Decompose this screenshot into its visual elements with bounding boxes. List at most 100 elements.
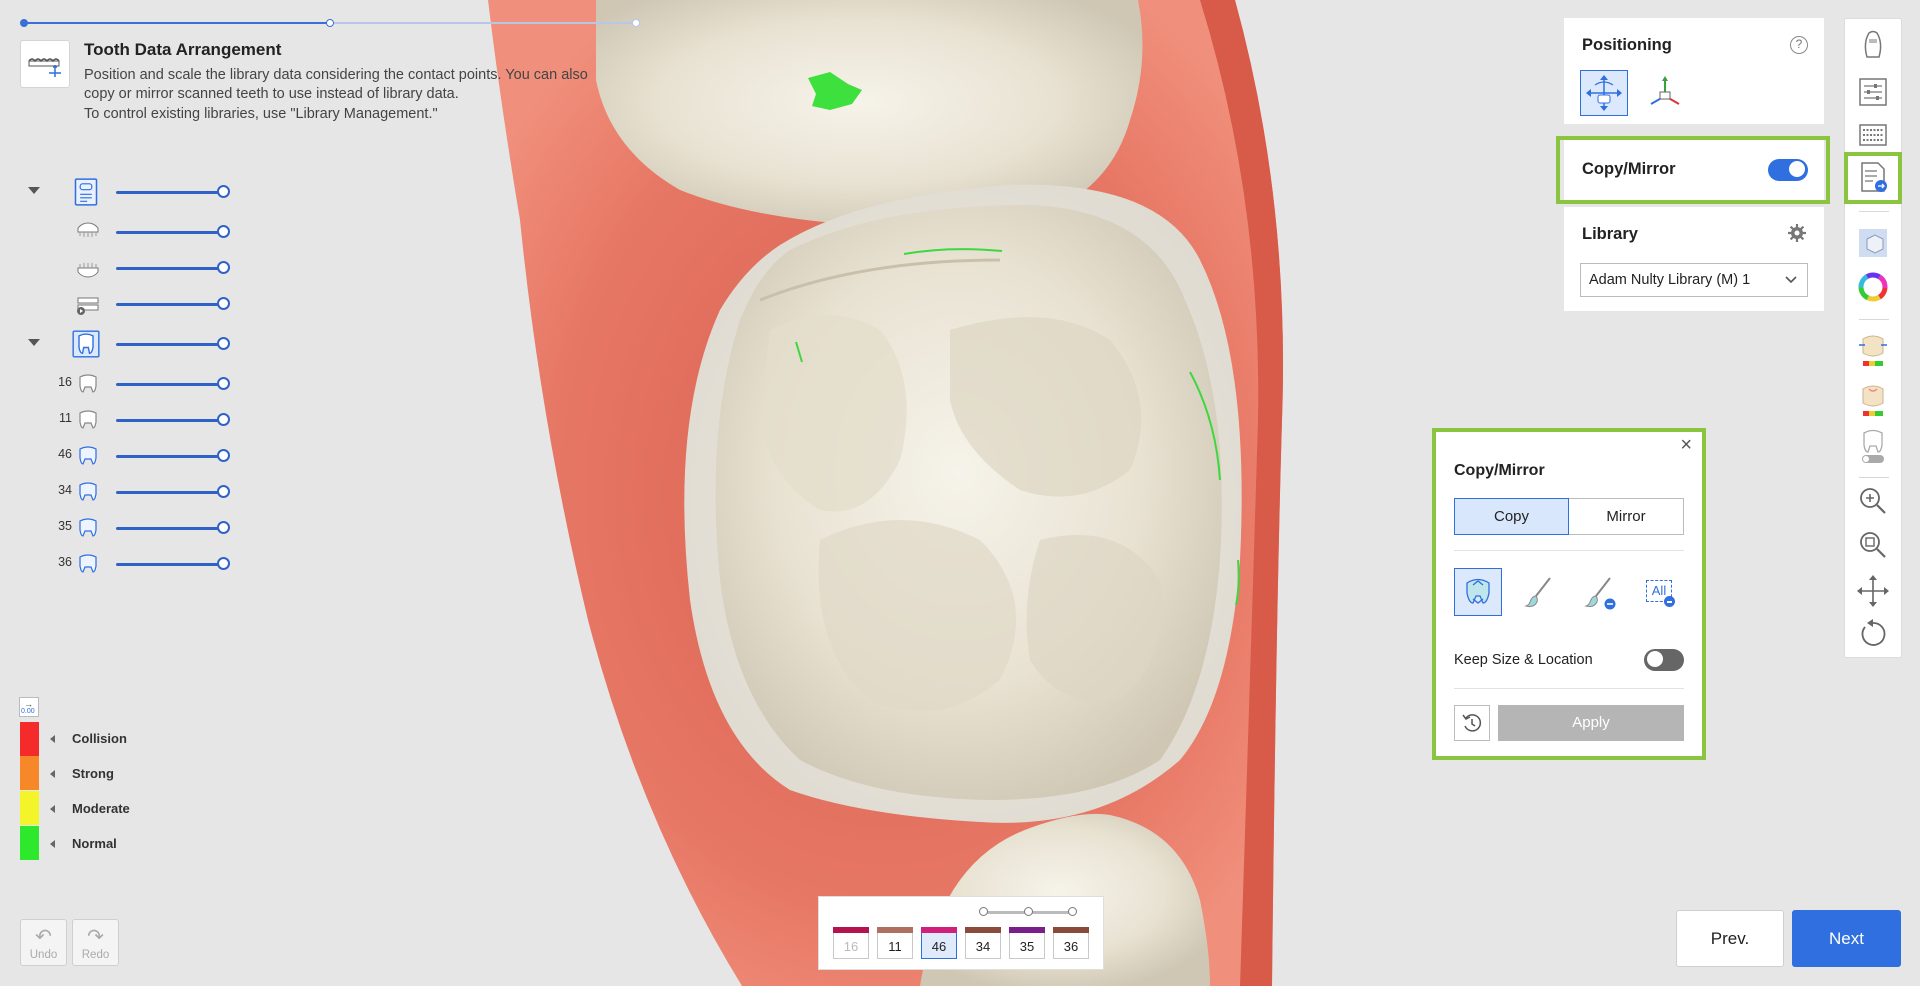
- upper-jaw-icon[interactable]: [76, 220, 100, 244]
- lower-contact-map-icon[interactable]: [1855, 379, 1891, 423]
- opacity-slider-knob[interactable]: [217, 337, 230, 350]
- tooth-arrangement-step-icon: [20, 40, 70, 88]
- tooth-icon[interactable]: [76, 372, 100, 396]
- free-positioning-button[interactable]: [1580, 70, 1628, 116]
- tooth-icon[interactable]: [76, 552, 100, 576]
- library-dropdown[interactable]: Adam Nulty Library (M) 1: [1580, 263, 1808, 297]
- tooth-chip-35[interactable]: 35: [1009, 927, 1045, 959]
- keyboard-icon[interactable]: [1855, 117, 1891, 153]
- pan-icon[interactable]: [1855, 573, 1891, 609]
- undo-button[interactable]: ↶ Undo: [20, 919, 67, 966]
- opacity-slider-track[interactable]: [116, 491, 224, 494]
- tooth-chip-34[interactable]: 34: [965, 927, 1001, 959]
- copy-segment-button[interactable]: Copy: [1454, 498, 1569, 535]
- tooth-chip-36[interactable]: 36: [1053, 927, 1089, 959]
- sliders-settings-icon[interactable]: [1855, 74, 1891, 110]
- document-copy-icon[interactable]: [1855, 159, 1891, 195]
- opacity-slider-track[interactable]: [116, 343, 224, 346]
- gear-icon[interactable]: [1788, 224, 1806, 242]
- undo-label: Undo: [29, 949, 58, 961]
- tree-group-scan-data[interactable]: [24, 177, 244, 207]
- erase-brush-tool[interactable]: [1576, 568, 1624, 616]
- chevron-down-icon: [1785, 276, 1797, 284]
- tree-item-tooth-36[interactable]: 36: [24, 552, 244, 576]
- occlusion-scan-icon[interactable]: [76, 292, 100, 316]
- tooth-icon[interactable]: [76, 444, 100, 468]
- library-tooth-icon[interactable]: [72, 329, 100, 359]
- legend-value-button[interactable]: → 0.00: [19, 697, 39, 717]
- tree-item-tooth-35[interactable]: 35: [24, 516, 244, 540]
- mirror-segment-button[interactable]: Mirror: [1569, 498, 1684, 535]
- caret-left-icon[interactable]: [50, 735, 55, 743]
- axis-positioning-button[interactable]: [1642, 70, 1688, 116]
- prev-button[interactable]: Prev.: [1676, 910, 1784, 967]
- brush-tool[interactable]: [1516, 568, 1564, 616]
- opacity-slider-knob[interactable]: [217, 521, 230, 534]
- tooth-bar-slider-knob[interactable]: [1024, 907, 1033, 916]
- cube-view-icon[interactable]: [1855, 225, 1891, 261]
- reset-history-button[interactable]: [1454, 705, 1490, 741]
- opacity-slider-knob[interactable]: [217, 413, 230, 426]
- zoom-in-icon[interactable]: [1855, 483, 1891, 519]
- tree-item-tooth-46[interactable]: 46: [24, 444, 244, 468]
- tree-item-tooth-34[interactable]: 34: [24, 480, 244, 504]
- opacity-slider-track[interactable]: [116, 231, 224, 234]
- opacity-slider-knob[interactable]: [217, 297, 230, 310]
- close-icon[interactable]: ×: [1680, 434, 1692, 457]
- tooth-off-icon[interactable]: [1855, 427, 1891, 467]
- opacity-slider-track[interactable]: [116, 563, 224, 566]
- redo-button[interactable]: ↷ Redo: [72, 919, 119, 966]
- opacity-slider-knob[interactable]: [217, 261, 230, 274]
- caret-left-icon[interactable]: [50, 840, 55, 848]
- page-title: Tooth Data Arrangement: [84, 40, 282, 59]
- step-dot-2[interactable]: [326, 19, 334, 27]
- zoom-fit-icon[interactable]: [1855, 527, 1891, 563]
- opacity-slider-track[interactable]: [116, 455, 224, 458]
- help-button[interactable]: ?: [1790, 36, 1808, 54]
- upper-contact-map-icon[interactable]: [1855, 333, 1891, 377]
- scan-data-icon[interactable]: [72, 177, 100, 207]
- collapse-caret-icon[interactable]: [28, 339, 40, 346]
- step-dot-1[interactable]: [20, 19, 28, 27]
- opacity-slider-track[interactable]: [116, 527, 224, 530]
- tooth-chip-11[interactable]: 11: [877, 927, 913, 959]
- tree-item-upper-jaw[interactable]: [24, 220, 244, 244]
- next-button[interactable]: Next: [1792, 910, 1901, 967]
- apply-button[interactable]: Apply: [1498, 705, 1684, 741]
- tooth-icon[interactable]: [76, 516, 100, 540]
- clear-all-tool[interactable]: All: [1636, 568, 1684, 616]
- caret-left-icon[interactable]: [50, 770, 55, 778]
- opacity-slider-knob[interactable]: [217, 557, 230, 570]
- lower-jaw-icon[interactable]: [76, 256, 100, 280]
- tooth-chip-46[interactable]: 46: [921, 927, 957, 959]
- opacity-slider-track[interactable]: [116, 383, 224, 386]
- color-wheel-icon[interactable]: [1855, 269, 1891, 305]
- step-dot-3[interactable]: [632, 19, 640, 27]
- keep-size-toggle[interactable]: [1644, 649, 1684, 671]
- opacity-slider-track[interactable]: [116, 267, 224, 270]
- collapse-caret-icon[interactable]: [28, 187, 40, 194]
- copy-mirror-toggle[interactable]: [1768, 159, 1808, 181]
- tooth-bar-slider-knob[interactable]: [1068, 907, 1077, 916]
- opacity-slider-knob[interactable]: [217, 377, 230, 390]
- tooth-icon[interactable]: [76, 480, 100, 504]
- opacity-slider-track[interactable]: [116, 191, 224, 194]
- rotate-icon[interactable]: [1855, 617, 1891, 653]
- opacity-slider-knob[interactable]: [217, 185, 230, 198]
- tree-item-tooth-11[interactable]: 11: [24, 408, 244, 432]
- tree-item-tooth-16[interactable]: 16: [24, 372, 244, 396]
- tooth-chip-16[interactable]: 16: [833, 927, 869, 959]
- tree-group-library-teeth[interactable]: [24, 329, 244, 359]
- tooth-bar-slider-knob[interactable]: [979, 907, 988, 916]
- opacity-slider-knob[interactable]: [217, 225, 230, 238]
- tree-item-lower-jaw[interactable]: [24, 256, 244, 280]
- tree-item-occlusion[interactable]: [24, 292, 244, 316]
- tooth-icon[interactable]: [76, 408, 100, 432]
- opacity-slider-track[interactable]: [116, 303, 224, 306]
- opacity-slider-track[interactable]: [116, 419, 224, 422]
- scanner-tip-icon[interactable]: [1855, 27, 1891, 63]
- opacity-slider-knob[interactable]: [217, 449, 230, 462]
- auto-select-tool[interactable]: [1454, 568, 1502, 616]
- caret-left-icon[interactable]: [50, 805, 55, 813]
- opacity-slider-knob[interactable]: [217, 485, 230, 498]
